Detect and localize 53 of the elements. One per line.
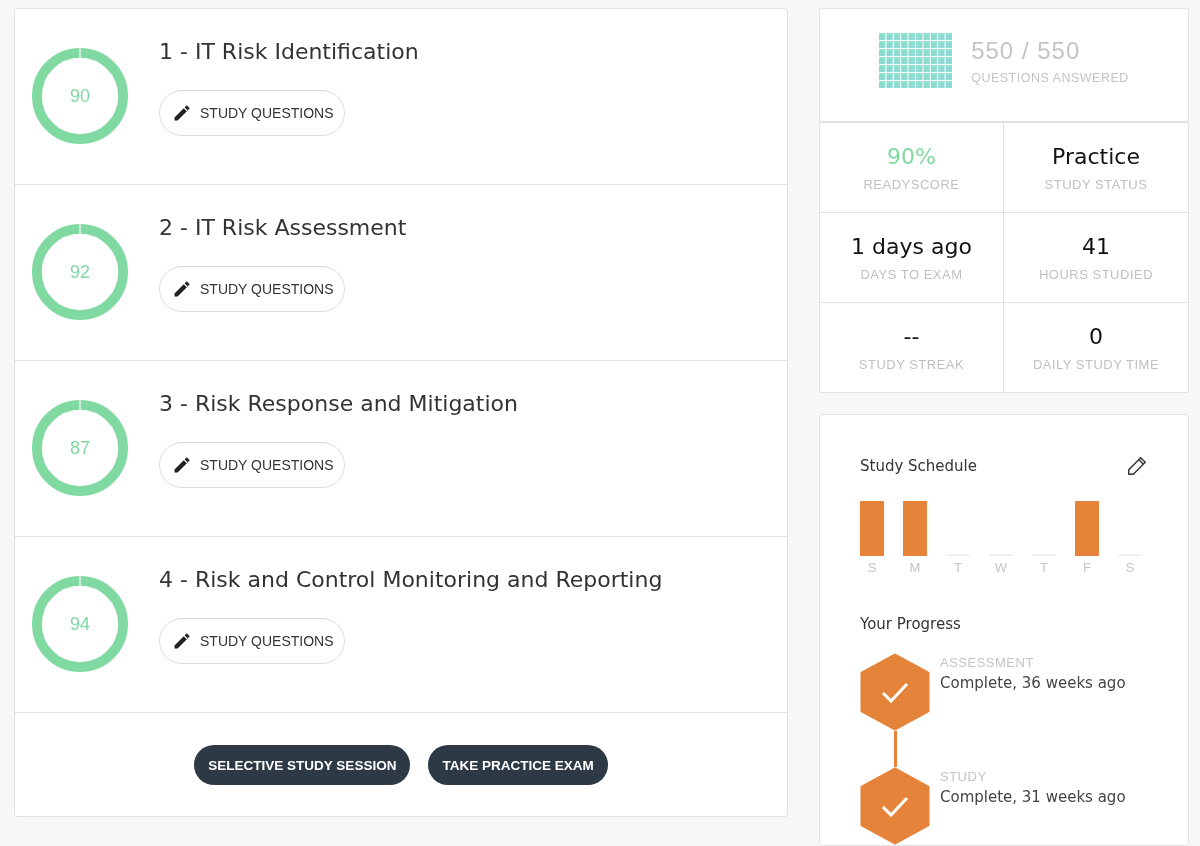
stat-label: HOURS STUDIED (1038, 266, 1154, 283)
day-label: S (867, 560, 877, 575)
stat-value: 0 (1088, 322, 1104, 351)
domain-title: 2 - IT Risk Assessment (159, 215, 407, 240)
pencil-icon (172, 455, 192, 475)
edit-icon[interactable] (1126, 455, 1148, 477)
score-ring-icon (31, 223, 129, 321)
stat-label: DAYS TO EXAM (860, 266, 963, 283)
study-questions-button[interactable]: STUDY QUESTIONS (159, 618, 345, 664)
stage-status: Complete, 36 weeks ago (940, 674, 1126, 692)
day-label: F (1083, 560, 1091, 575)
score-ring-icon (31, 575, 129, 673)
study-questions-button[interactable]: STUDY QUESTIONS (159, 90, 345, 136)
action-button[interactable]: SELECTIVE STUDY SESSION (194, 745, 411, 785)
score-ring-icon (31, 47, 129, 145)
pencil-icon (172, 103, 192, 123)
hexagon-check-icon (860, 653, 930, 731)
day-label: M (909, 560, 921, 575)
pencil-icon (172, 631, 192, 651)
schedule-title: Study Schedule (860, 457, 977, 475)
stat-label: STUDY STREAK (858, 356, 965, 373)
answered-count: 550 / 550 (971, 37, 1082, 65)
action-button[interactable]: TAKE PRACTICE EXAM (428, 745, 608, 785)
day-label: T (1040, 560, 1048, 575)
connector-line (894, 731, 897, 767)
score-value: 87 (70, 438, 90, 458)
study-questions-button[interactable]: STUDY QUESTIONS (159, 442, 345, 488)
pencil-icon (172, 279, 192, 299)
stat-label: READYSCORE (863, 176, 960, 193)
progress-title: Your Progress (860, 615, 962, 633)
study-questions-button[interactable]: STUDY QUESTIONS (159, 266, 345, 312)
score-value: 94 (70, 614, 90, 634)
score-value: 90 (70, 86, 90, 106)
day-label: T (954, 560, 962, 575)
score-ring-icon (31, 399, 129, 497)
stat-value: 41 (1081, 232, 1111, 261)
domain-title: 4 - Risk and Control Monitoring and Reporting (159, 567, 663, 592)
stat-value: 90% (886, 142, 937, 171)
day-label: S (1125, 560, 1135, 575)
day-label: W (994, 560, 1008, 575)
answered-label: QUESTIONS ANSWERED (971, 71, 1129, 85)
stat-value: -- (902, 322, 921, 351)
domain-title: 3 - Risk Response and Mitigation (159, 391, 518, 416)
stage-status: Complete, 31 weeks ago (940, 788, 1126, 806)
score-value: 92 (70, 262, 90, 282)
question-grid-icon (879, 33, 954, 89)
stage-label: STUDY (940, 769, 988, 784)
stat-label: DAILY STUDY TIME (1032, 356, 1160, 373)
stat-value: Practice (1052, 142, 1140, 171)
stat-value: 1 days ago (851, 232, 972, 261)
stat-label: STUDY STATUS (1044, 176, 1148, 193)
domain-title: 1 - IT Risk Identification (159, 39, 419, 64)
stage-label: ASSESSMENT (940, 655, 1035, 670)
